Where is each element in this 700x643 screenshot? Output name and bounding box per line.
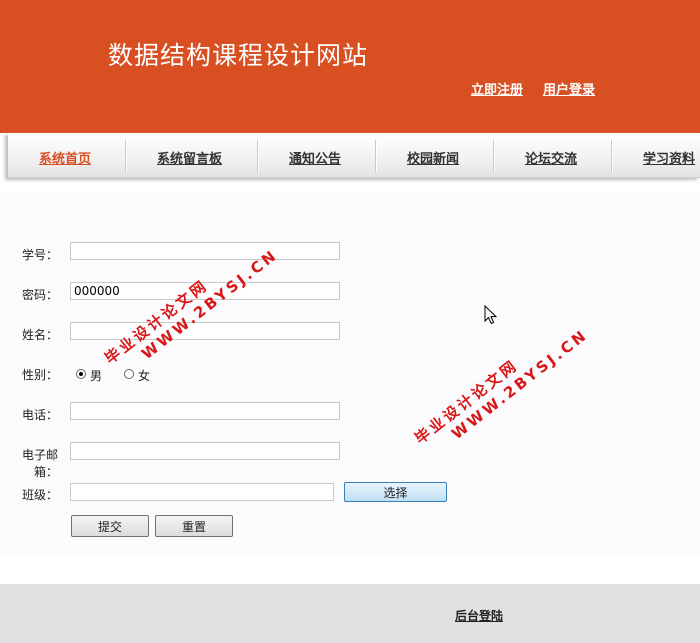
nav-item-notices[interactable]: 通知公告 [289, 148, 341, 167]
mouse-cursor-icon [484, 305, 498, 325]
submit-button[interactable]: 提交 [71, 515, 149, 537]
reset-button[interactable]: 重置 [155, 515, 233, 537]
nav-item-home[interactable]: 系统首页 [39, 148, 91, 167]
registration-form: 学号： 密码： 姓名： 性别： 男 女 电话： 电子邮箱： 班级： 选择 提交 … [0, 192, 700, 555]
nav-item-forum[interactable]: 论坛交流 [525, 148, 577, 167]
email-input[interactable] [70, 442, 340, 460]
name-label: 姓名： [21, 328, 58, 342]
nav-separator [125, 140, 127, 172]
register-link[interactable]: 立即注册 [471, 79, 523, 98]
student-id-label: 学号： [21, 248, 58, 262]
nav-separator [611, 140, 613, 172]
class-input[interactable] [70, 483, 334, 501]
gender-male-radio[interactable] [76, 369, 86, 379]
nav-item-campus-news[interactable]: 校园新闻 [407, 148, 459, 167]
class-label: 班级： [21, 488, 58, 502]
nav-separator [493, 140, 495, 172]
phone-label: 电话： [21, 408, 58, 422]
gender-male-label: 男 [90, 369, 103, 383]
password-label: 密码： [21, 288, 58, 302]
phone-input[interactable] [70, 402, 340, 420]
main-nav: 系统首页 系统留言板 通知公告 校园新闻 论坛交流 学习资料 [0, 133, 700, 185]
user-login-link[interactable]: 用户登录 [543, 79, 595, 98]
nav-item-study-materials[interactable]: 学习资料 [643, 148, 695, 167]
nav-separator [257, 140, 259, 172]
choose-class-button[interactable]: 选择 [344, 482, 447, 502]
site-header: 数据结构课程设计网站 立即注册 用户登录 [0, 0, 700, 133]
email-label: 电子邮箱： [21, 448, 58, 479]
name-input[interactable] [70, 322, 340, 340]
site-title: 数据结构课程设计网站 [108, 41, 369, 70]
nav-item-message-board[interactable]: 系统留言板 [157, 148, 222, 167]
admin-login-link[interactable]: 后台登陆 [455, 607, 503, 624]
gender-label: 性别： [21, 368, 58, 382]
nav-separator [375, 140, 377, 172]
nav-bar: 系统首页 系统留言板 通知公告 校园新闻 论坛交流 学习资料 [8, 133, 700, 178]
student-id-input[interactable] [70, 242, 340, 260]
page-footer: 后台登陆 [0, 584, 700, 643]
